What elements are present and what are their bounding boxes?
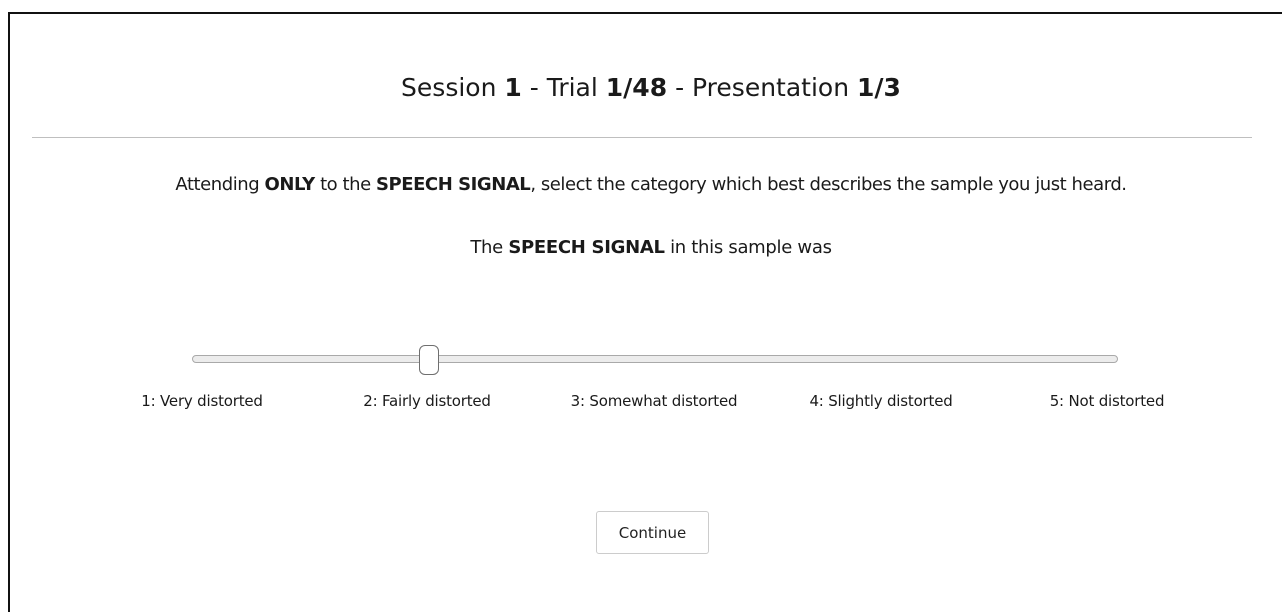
rating-slider-thumb[interactable] xyxy=(419,345,439,375)
instruction-part-2: to the xyxy=(320,174,371,195)
rating-slider-track[interactable] xyxy=(192,355,1118,363)
session-value: 1 xyxy=(504,73,522,102)
page-title: Session 1 - Trial 1/48 - Presentation 1/… xyxy=(0,70,1282,106)
presentation-label: Presentation xyxy=(692,73,850,102)
rating-scale-labels: 1: Very distorted 2: Fairly distorted 3:… xyxy=(0,390,1282,414)
instruction-text: Attending ONLY to the SPEECH SIGNAL, sel… xyxy=(0,172,1282,198)
trial-value: 1/48 xyxy=(605,73,668,102)
instruction-part-1: Attending xyxy=(175,174,260,195)
prompt-emphasis-speech-signal: SPEECH SIGNAL xyxy=(508,237,665,258)
rating-label-4: 4: Slightly distorted xyxy=(809,392,953,410)
instruction-emphasis-only: ONLY xyxy=(264,174,316,195)
instruction-part-3: , select the category which best describ… xyxy=(530,174,1127,195)
instruction-emphasis-speech-signal: SPEECH SIGNAL xyxy=(375,174,531,195)
rating-label-3: 3: Somewhat distorted xyxy=(570,392,738,410)
rating-label-5: 5: Not distorted xyxy=(1049,392,1165,410)
trial-label: Trial xyxy=(546,73,598,102)
header-divider xyxy=(32,137,1252,138)
rating-label-1: 1: Very distorted xyxy=(141,392,263,410)
title-separator: - xyxy=(529,73,539,102)
session-label: Session xyxy=(401,73,497,102)
prompt-part-2: in this sample was xyxy=(670,237,832,258)
presentation-value: 1/3 xyxy=(857,73,901,102)
rating-label-2: 2: Fairly distorted xyxy=(363,392,491,410)
rating-prompt: The SPEECH SIGNAL in this sample was xyxy=(0,235,1282,261)
prompt-part-1: The xyxy=(470,237,503,258)
title-separator: - xyxy=(675,73,685,102)
continue-button[interactable]: Continue xyxy=(596,511,709,554)
